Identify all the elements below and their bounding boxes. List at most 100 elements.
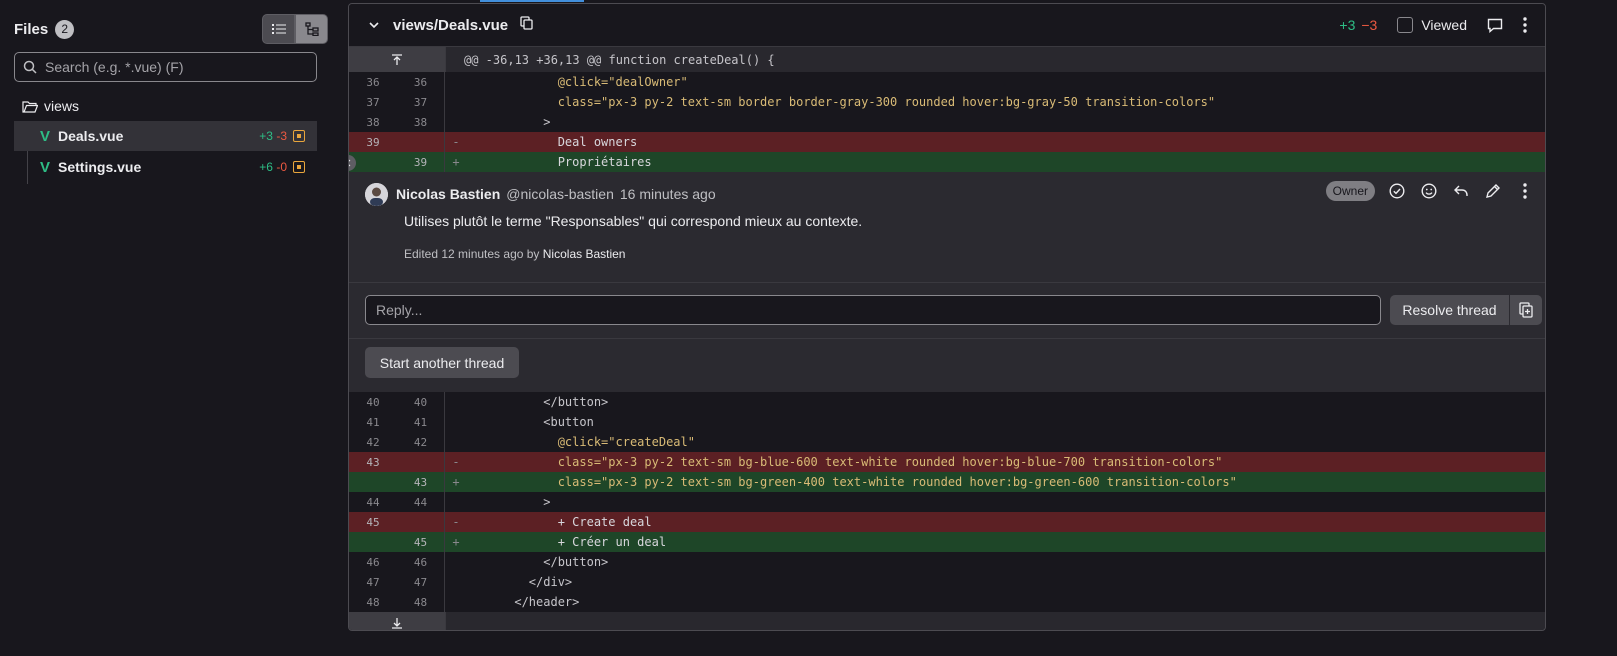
new-line-number[interactable]: 37 xyxy=(397,92,445,112)
new-line-number[interactable]: 46 xyxy=(397,552,445,572)
line-content: <button xyxy=(471,415,594,429)
new-line-number[interactable]: 39 xyxy=(397,152,445,172)
chevron-down-icon[interactable] xyxy=(369,21,379,29)
old-line-number[interactable] xyxy=(349,152,397,172)
diff-file-header: views/Deals.vue +3 −3 Viewed xyxy=(349,4,1545,47)
diff-line-added: 43 + class="px-3 py-2 text-sm bg-green-4… xyxy=(349,472,1545,492)
note-header: Nicolas Bastien @nicolas-bastien 16 minu… xyxy=(396,186,716,202)
expand-up-button[interactable] xyxy=(349,47,446,72)
search-icon xyxy=(23,60,37,74)
old-line-number[interactable]: 44 xyxy=(349,492,397,512)
new-line-number[interactable]: 44 xyxy=(397,492,445,512)
viewed-checkbox[interactable] xyxy=(1397,17,1414,33)
reply-input[interactable] xyxy=(365,295,1381,325)
diff-line: 41 41 <button xyxy=(349,412,1545,432)
more-actions-icon[interactable] xyxy=(1523,17,1527,33)
diff-sign: - xyxy=(452,135,460,149)
reply-area: Resolve thread xyxy=(349,283,1545,339)
diff-file-actions: +3 −3 Viewed xyxy=(1339,17,1545,33)
new-line-number[interactable]: 48 xyxy=(397,592,445,612)
line-content: class="px-3 py-2 text-sm bg-blue-600 tex… xyxy=(471,455,1223,469)
tree-view-button[interactable] xyxy=(295,14,328,44)
old-line-number[interactable]: 48 xyxy=(349,592,397,612)
new-line-number[interactable]: 41 xyxy=(397,412,445,432)
removed-count: -0 xyxy=(276,160,287,174)
create-issue-button[interactable] xyxy=(1510,295,1542,325)
viewed-label[interactable]: Viewed xyxy=(1421,17,1467,33)
file-name: Settings.vue xyxy=(58,159,142,175)
diff-file-path[interactable]: views/Deals.vue xyxy=(393,17,508,34)
expand-down-button[interactable] xyxy=(349,612,446,630)
new-line-number[interactable]: 45 xyxy=(397,532,445,552)
sidebar-file-deals-vue[interactable]: V Deals.vue +3 -3 xyxy=(14,121,317,151)
resolve-thread-button[interactable]: Resolve thread xyxy=(1390,295,1509,325)
copy-path-icon[interactable] xyxy=(520,15,533,35)
old-line-number[interactable] xyxy=(349,472,397,492)
new-line-number[interactable] xyxy=(397,512,445,532)
old-line-number[interactable]: 39 xyxy=(349,132,397,152)
line-content: > xyxy=(471,495,551,509)
avatar[interactable] xyxy=(365,183,388,206)
old-line-number[interactable]: 36 xyxy=(349,72,397,92)
old-line-number[interactable]: 46 xyxy=(349,552,397,572)
old-line-number[interactable]: 38 xyxy=(349,112,397,132)
author-handle[interactable]: @nicolas-bastien xyxy=(506,186,614,202)
old-line-number[interactable] xyxy=(349,532,397,552)
diff-code-bottom: 40 40 </button> 41 41 <button 42 42 @cli… xyxy=(349,392,1545,630)
diff-line-added: 39 + Propriétaires xyxy=(349,152,1545,172)
old-line-number[interactable]: 43 xyxy=(349,452,397,472)
list-view-button[interactable] xyxy=(262,14,295,44)
old-line-number[interactable]: 40 xyxy=(349,392,397,412)
new-line-number[interactable] xyxy=(397,132,445,152)
reply-icon[interactable] xyxy=(1451,181,1471,201)
new-line-number[interactable]: 43 xyxy=(397,472,445,492)
tree-folder-views[interactable]: views xyxy=(22,95,79,117)
removed-count: -3 xyxy=(276,129,287,143)
diff-sign: + xyxy=(452,535,460,549)
line-content: > xyxy=(471,115,551,129)
new-line-number[interactable]: 47 xyxy=(397,572,445,592)
emoji-icon[interactable] xyxy=(1419,181,1439,201)
diff-sign: + xyxy=(452,475,460,489)
new-line-number[interactable]: 36 xyxy=(397,72,445,92)
new-line-number[interactable]: 40 xyxy=(397,392,445,412)
diff-line: 48 48 </header> xyxy=(349,592,1545,612)
resolve-check-icon[interactable] xyxy=(1387,181,1407,201)
diff-sign: + xyxy=(452,155,460,169)
diff-removed-count: −3 xyxy=(1361,17,1378,33)
comment-icon[interactable] xyxy=(1487,18,1503,33)
diff-added-count: +3 xyxy=(1339,17,1356,33)
file-search-input[interactable] xyxy=(43,58,316,76)
new-line-number[interactable]: 42 xyxy=(397,432,445,452)
files-header: Files 2 xyxy=(14,14,328,44)
old-line-number[interactable]: 37 xyxy=(349,92,397,112)
note-body: Utilises plutôt le terme "Responsables" … xyxy=(404,213,863,229)
author-name[interactable]: Nicolas Bastien xyxy=(396,186,500,202)
file-tree-icon xyxy=(304,22,319,36)
files-title: Files xyxy=(14,20,49,38)
diff-line-removed: 43 - class="px-3 py-2 text-sm bg-blue-60… xyxy=(349,452,1545,472)
sidebar-file-settings-vue[interactable]: V Settings.vue +6 -0 xyxy=(14,152,317,182)
added-count: +6 xyxy=(259,160,273,174)
old-line-number[interactable]: 41 xyxy=(349,412,397,432)
edited-info: Edited 12 minutes ago by Nicolas Bastien xyxy=(404,247,625,261)
edit-pencil-icon[interactable] xyxy=(1483,181,1503,201)
old-line-number[interactable]: 47 xyxy=(349,572,397,592)
line-content: </header> xyxy=(471,595,580,609)
diff-line: 38 38 > xyxy=(349,112,1545,132)
diff-line: 40 40 </button> xyxy=(349,392,1545,412)
line-content: @click="dealOwner" xyxy=(471,75,688,89)
new-line-number[interactable] xyxy=(397,452,445,472)
edited-by[interactable]: Nicolas Bastien xyxy=(543,247,626,261)
new-line-number[interactable]: 38 xyxy=(397,112,445,132)
note-timestamp[interactable]: 16 minutes ago xyxy=(620,186,716,202)
start-another-thread-button[interactable]: Start another thread xyxy=(365,347,519,378)
diff-line: 37 37 class="px-3 py-2 text-sm border bo… xyxy=(349,92,1545,112)
old-line-number[interactable]: 45 xyxy=(349,512,397,532)
issue-new-icon xyxy=(1519,302,1533,318)
diff-line: 44 44 > xyxy=(349,492,1545,512)
line-content: </div> xyxy=(471,575,573,589)
old-line-number[interactable]: 42 xyxy=(349,432,397,452)
more-actions-icon[interactable] xyxy=(1515,181,1535,201)
diff-line-added: 45 + + Créer un deal xyxy=(349,532,1545,552)
